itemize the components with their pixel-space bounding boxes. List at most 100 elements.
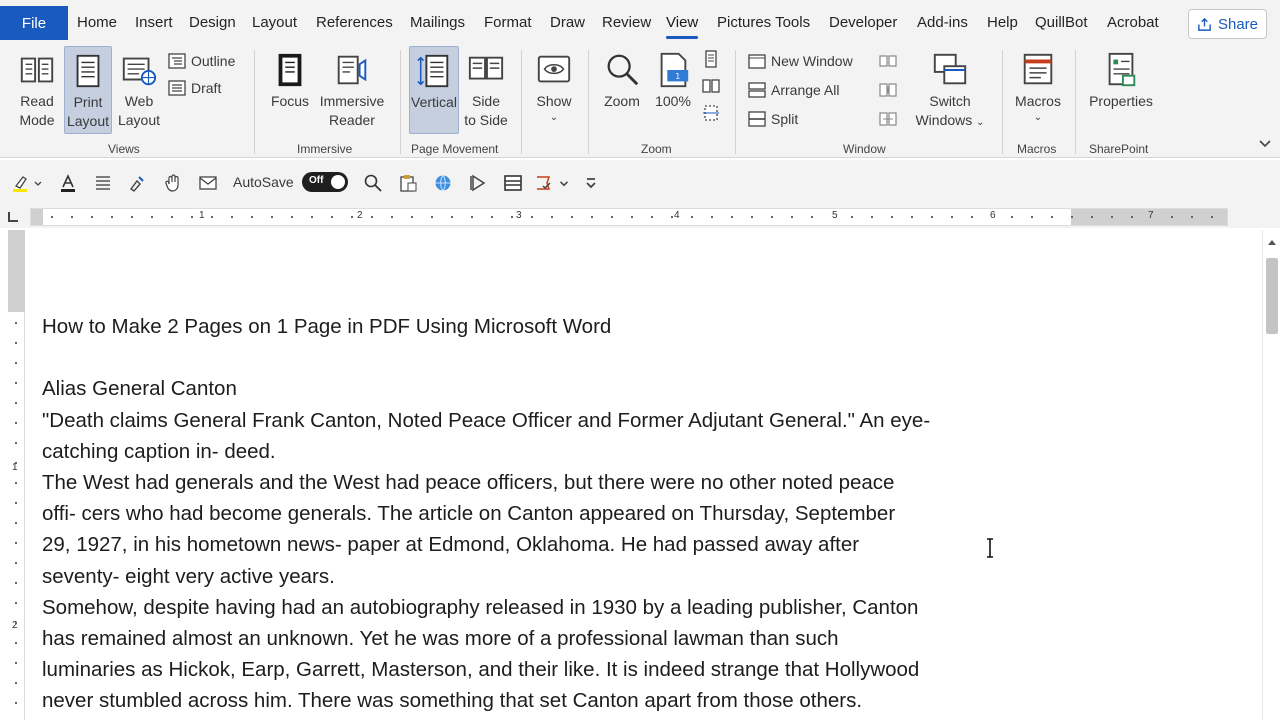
- ruler-tick: [131, 216, 133, 218]
- web-layout-button[interactable]: Web Layout: [115, 48, 163, 130]
- tab-pictures-tools[interactable]: Pictures Tools: [717, 14, 810, 31]
- switch-windows-button[interactable]: Switch Windows ⌄: [914, 48, 986, 132]
- highlighter-dropdown[interactable]: [32, 172, 44, 194]
- ibeam-cursor-icon: [987, 538, 993, 558]
- outline-icon: [168, 53, 186, 69]
- macros-button[interactable]: Macros ⌄: [1012, 48, 1064, 125]
- vertical-ruler[interactable]: 1 2: [8, 230, 25, 720]
- zoom-100-button[interactable]: 1 100%: [650, 48, 696, 111]
- ruler-tick: [251, 216, 253, 218]
- side-to-side-button[interactable]: Side to Side: [463, 48, 509, 130]
- view-side-by-side-button[interactable]: [879, 52, 897, 70]
- share-label: Share: [1217, 15, 1259, 33]
- ruler-tick: [671, 216, 673, 218]
- ruler-tick: [15, 562, 17, 564]
- ruler-tick: [15, 542, 17, 544]
- tab-view[interactable]: View: [666, 14, 699, 39]
- ruler-tick: [431, 216, 433, 218]
- vertical-button[interactable]: Vertical: [409, 46, 459, 134]
- collapse-ribbon-icon[interactable]: [1258, 136, 1272, 150]
- ruler-tick: [751, 216, 753, 218]
- tab-file[interactable]: File: [0, 6, 68, 40]
- focus-button[interactable]: Focus: [268, 48, 312, 111]
- new-window-icon: [748, 54, 766, 69]
- outline-button[interactable]: Outline: [168, 52, 235, 70]
- macros-icon: [1023, 53, 1053, 85]
- document-body[interactable]: How to Make 2 Pages on 1 Page in PDF Usi…: [42, 311, 1082, 717]
- tab-quillbot[interactable]: QuillBot: [1035, 14, 1088, 31]
- tab-selector[interactable]: [8, 212, 18, 222]
- search-button[interactable]: [362, 172, 384, 194]
- horizontal-ruler[interactable]: 1 2 3 4 5 6 7: [30, 208, 1228, 226]
- highlighter-button[interactable]: [10, 172, 32, 194]
- split-button[interactable]: Split: [748, 110, 798, 128]
- page-width-button[interactable]: [702, 104, 720, 122]
- ribbon-tabs: File Home Insert Design Layout Reference…: [0, 0, 1280, 44]
- window-group-label: Window: [843, 142, 886, 156]
- font-color-button[interactable]: [57, 172, 79, 194]
- search-icon: [364, 174, 382, 192]
- ruler-tick: [15, 442, 17, 444]
- immersive-reader-icon: [337, 55, 367, 85]
- draft-button[interactable]: Draft: [168, 79, 221, 97]
- zoom-button[interactable]: Zoom: [600, 48, 644, 111]
- autosave-toggle[interactable]: Off: [302, 172, 348, 192]
- paragraph-line: never stumbled across him. There was som…: [42, 689, 863, 713]
- vertical-scrollbar[interactable]: [1262, 230, 1280, 720]
- print-layout-button[interactable]: Print Layout: [64, 46, 112, 134]
- align-button[interactable]: [92, 172, 114, 194]
- reset-window-position-button[interactable]: [879, 110, 897, 128]
- share-button[interactable]: Share: [1188, 9, 1267, 39]
- accessibility-check-icon: [537, 176, 551, 190]
- tab-review[interactable]: Review: [602, 14, 651, 31]
- customize-qat-button[interactable]: [583, 172, 599, 194]
- tab-references[interactable]: References: [316, 14, 393, 31]
- ruler-tick: [15, 662, 17, 664]
- tab-add-ins[interactable]: Add-ins: [917, 14, 968, 31]
- ruler-tick: [1031, 216, 1033, 218]
- arrange-all-button[interactable]: Arrange All: [748, 81, 839, 99]
- tab-developer[interactable]: Developer: [829, 14, 897, 31]
- accessibility-dropdown[interactable]: [557, 172, 571, 194]
- show-button[interactable]: Show ⌄: [532, 48, 576, 125]
- synchronous-scrolling-button[interactable]: [879, 81, 897, 99]
- document-title: How to Make 2 Pages on 1 Page in PDF Usi…: [42, 315, 612, 338]
- paragraph-line: The West had generals and the West had p…: [42, 471, 895, 494]
- magnifier-icon: [607, 54, 639, 86]
- table-button[interactable]: [502, 172, 524, 194]
- read-aloud-button[interactable]: [467, 172, 489, 194]
- show-icon: [537, 55, 571, 83]
- tab-format[interactable]: Format: [484, 14, 532, 31]
- paste-button[interactable]: [397, 172, 419, 194]
- tab-insert[interactable]: Insert: [135, 14, 173, 31]
- ruler-tick: [15, 602, 17, 604]
- ruler-number: 1: [199, 210, 205, 221]
- tab-help[interactable]: Help: [987, 14, 1018, 31]
- tab-home[interactable]: Home: [77, 14, 117, 31]
- ruler-number: 6: [990, 210, 996, 221]
- tab-mailings[interactable]: Mailings: [410, 14, 465, 31]
- scroll-up-icon[interactable]: [1267, 238, 1277, 246]
- globe-button[interactable]: [432, 172, 454, 194]
- format-painter-button[interactable]: [126, 172, 148, 194]
- ruler-tick: [591, 216, 593, 218]
- tab-draw[interactable]: Draw: [550, 14, 585, 31]
- hand-icon: [165, 174, 179, 192]
- tab-design[interactable]: Design: [189, 14, 236, 31]
- tab-layout[interactable]: Layout: [252, 14, 297, 31]
- touch-mode-button[interactable]: [162, 172, 184, 194]
- new-window-button[interactable]: New Window: [748, 52, 853, 70]
- one-page-button[interactable]: [702, 50, 720, 68]
- page-width-icon: [703, 105, 719, 121]
- read-mode-button[interactable]: Read Mode: [14, 48, 60, 130]
- properties-button[interactable]: Properties: [1086, 48, 1156, 111]
- separator: [1002, 50, 1003, 154]
- accessibility-button[interactable]: [533, 172, 555, 194]
- tab-acrobat[interactable]: Acrobat: [1107, 14, 1159, 31]
- envelope-button[interactable]: [197, 172, 219, 194]
- multiple-pages-button[interactable]: [702, 77, 720, 95]
- scrollbar-thumb[interactable]: [1266, 258, 1278, 334]
- ruler-tick: [1051, 216, 1053, 218]
- immersive-reader-button[interactable]: Immersive Reader: [316, 48, 388, 130]
